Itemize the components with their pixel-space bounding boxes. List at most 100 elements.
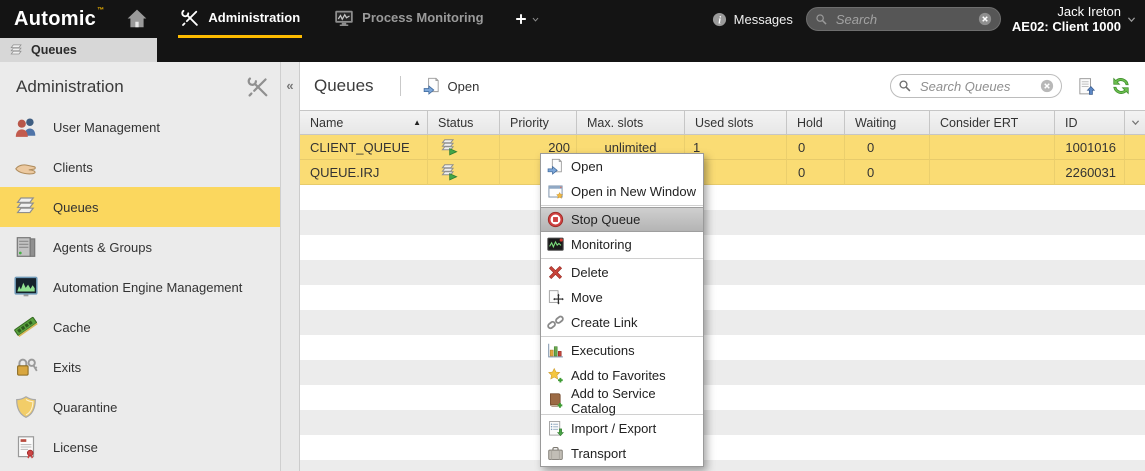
- column-header-hold[interactable]: Hold: [787, 111, 845, 134]
- sidebar-item-label: Cache: [53, 320, 91, 335]
- empty-row: [300, 285, 1145, 310]
- brand-trademark: ™: [97, 7, 104, 14]
- sidebar-item-user-management[interactable]: User Management: [0, 107, 280, 147]
- menu-item-move[interactable]: Move: [541, 285, 703, 310]
- cell-waiting: 0: [845, 160, 930, 185]
- column-header-consider-ert[interactable]: Consider ERT: [930, 111, 1055, 134]
- home-button[interactable]: [126, 0, 148, 38]
- sidebar-item-clients[interactable]: Clients: [0, 147, 280, 187]
- menu-item-stop-queue[interactable]: Stop Queue: [541, 207, 703, 232]
- book-plus-icon: [547, 392, 564, 409]
- cell-status: [428, 135, 500, 160]
- column-header-max-slots[interactable]: Max. slots: [577, 111, 685, 134]
- sidebar-administration: Administration User Management Clients Q…: [0, 62, 281, 471]
- table-row[interactable]: CLIENT_QUEUE 200 unlimited 1 0 0 1001016: [300, 135, 1145, 160]
- menu-item-add-to-service-catalog[interactable]: Add to Service Catalog: [541, 388, 703, 413]
- menu-item-delete[interactable]: Delete: [541, 260, 703, 285]
- menu-item-label: Executions: [571, 343, 635, 358]
- sidebar-item-exits[interactable]: Exits: [0, 347, 280, 387]
- menu-separator: [541, 258, 703, 259]
- open-button-label: Open: [448, 79, 480, 94]
- column-header-status[interactable]: Status: [428, 111, 500, 134]
- certificate-icon: [14, 435, 38, 459]
- column-options-button[interactable]: [1125, 111, 1145, 134]
- sidebar-item-license[interactable]: License: [0, 427, 280, 467]
- column-header-id[interactable]: ID: [1055, 111, 1125, 134]
- toolbar-divider: [400, 76, 401, 96]
- sidebar-item-label: Queues: [53, 200, 99, 215]
- sidebar-item-agents-groups[interactable]: Agents & Groups: [0, 227, 280, 267]
- sidebar-collapse-button[interactable]: «: [281, 62, 300, 471]
- sidebar-item-quarantine[interactable]: Quarantine: [0, 387, 280, 427]
- export-icon[interactable]: [1077, 77, 1096, 96]
- empty-row: [300, 235, 1145, 260]
- cell-name: QUEUE.IRJ: [300, 160, 428, 185]
- sidebar-item-queues[interactable]: Queues: [0, 187, 280, 227]
- clear-search-icon[interactable]: [1040, 79, 1054, 93]
- queues-search-input[interactable]: [918, 78, 1034, 95]
- empty-row: [300, 360, 1145, 385]
- menu-item-transport[interactable]: Transport: [541, 441, 703, 466]
- empty-row: [300, 310, 1145, 335]
- page-title: Queues: [314, 76, 374, 96]
- open-button[interactable]: Open: [423, 77, 480, 95]
- sort-ascending-icon: ▲: [413, 111, 421, 135]
- user-menu[interactable]: Jack Ireton AE02: Client 1000: [1012, 4, 1137, 34]
- table-row[interactable]: QUEUE.IRJ 200 0 0 2260031: [300, 160, 1145, 185]
- info-icon: [712, 12, 727, 27]
- brand-text: Automic: [14, 8, 96, 31]
- plus-icon: [514, 12, 528, 26]
- menu-item-monitoring[interactable]: Monitoring: [541, 232, 703, 257]
- link-icon: [547, 314, 564, 331]
- chevron-down-icon: [1126, 14, 1137, 25]
- refresh-icon[interactable]: [1111, 76, 1131, 96]
- tools-icon[interactable]: [246, 75, 270, 99]
- menu-item-create-link[interactable]: Create Link: [541, 310, 703, 335]
- main-panel: Queues Open Name ▲ Status Priority: [300, 62, 1145, 471]
- add-perspective-button[interactable]: [514, 0, 540, 38]
- table-header-row: Name ▲ Status Priority Max. slots Used s…: [300, 110, 1145, 135]
- column-header-name[interactable]: Name ▲: [300, 111, 428, 134]
- column-header-waiting[interactable]: Waiting: [845, 111, 930, 134]
- tab-queues[interactable]: Queues: [0, 38, 157, 62]
- context-menu: Open Open in New Window Stop Queue Monit…: [540, 153, 704, 467]
- monitor-icon: [334, 8, 354, 28]
- menu-item-import-export[interactable]: Import / Export: [541, 416, 703, 441]
- nav-tab-administration[interactable]: Administration: [178, 0, 302, 38]
- empty-row: [300, 410, 1145, 435]
- brand-logo: Automic™: [14, 0, 104, 38]
- search-icon: [898, 79, 912, 93]
- cell-id: 1001016: [1055, 135, 1125, 160]
- column-label: Used slots: [695, 111, 753, 135]
- tab-label: Queues: [31, 43, 77, 57]
- cell-id: 2260031: [1055, 160, 1125, 185]
- cell-status: [428, 160, 500, 185]
- nav-tab-process-monitoring[interactable]: Process Monitoring: [332, 0, 485, 38]
- menu-item-add-to-favorites[interactable]: Add to Favorites: [541, 363, 703, 388]
- menu-separator: [541, 205, 703, 206]
- open-new-window-icon: [547, 183, 564, 200]
- clear-search-icon[interactable]: [978, 12, 992, 26]
- chevron-down-icon: [531, 15, 540, 24]
- search-icon: [815, 13, 828, 26]
- sidebar-item-label: Exits: [53, 360, 81, 375]
- cell-waiting: 0: [845, 135, 930, 160]
- server-icon: [14, 235, 38, 259]
- global-search-input[interactable]: [834, 11, 972, 28]
- empty-row: [300, 385, 1145, 410]
- sidebar-item-cache[interactable]: Cache: [0, 307, 280, 347]
- menu-item-executions[interactable]: Executions: [541, 338, 703, 363]
- sidebar-item-automation-engine-management[interactable]: Automation Engine Management: [0, 267, 280, 307]
- menu-item-open-in-new-window[interactable]: Open in New Window: [541, 179, 703, 204]
- sidebar-title: Administration: [16, 77, 124, 97]
- column-header-used-slots[interactable]: Used slots: [685, 111, 787, 134]
- menu-item-label: Monitoring: [571, 237, 632, 252]
- users-icon: [14, 115, 38, 139]
- open-icon: [547, 158, 564, 175]
- menu-item-open[interactable]: Open: [541, 154, 703, 179]
- monitor-graph-icon: [14, 275, 38, 299]
- star-plus-icon: [547, 367, 564, 384]
- column-header-priority[interactable]: Priority: [500, 111, 577, 134]
- queues-table: Name ▲ Status Priority Max. slots Used s…: [300, 110, 1145, 471]
- messages-button[interactable]: Messages: [712, 12, 793, 27]
